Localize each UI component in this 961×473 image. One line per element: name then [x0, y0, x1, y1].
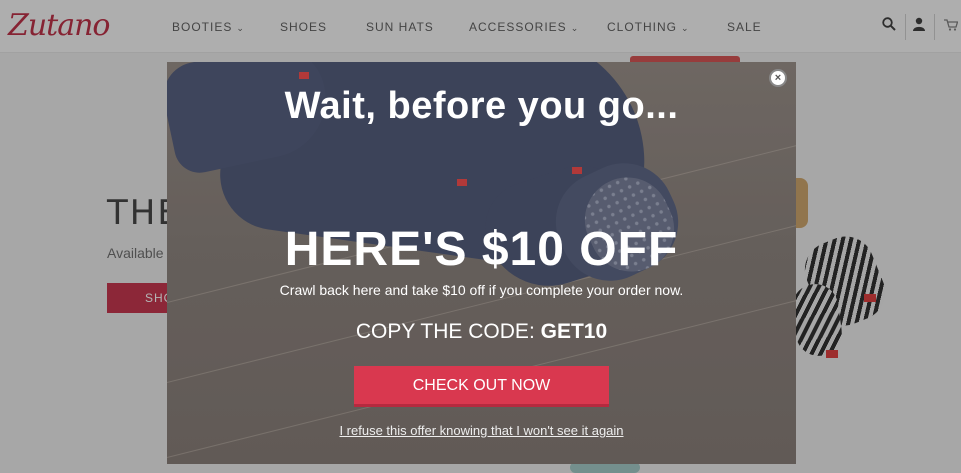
- promo-code-label: COPY THE CODE:: [355, 320, 541, 343]
- checkout-now-button[interactable]: CHECK OUT NOW: [354, 366, 609, 407]
- refuse-offer-link[interactable]: I refuse this offer knowing that I won't…: [167, 423, 796, 438]
- promo-code-line: COPY THE CODE: GET10: [167, 320, 796, 344]
- popup-offer: HERE'S $10 OFF: [284, 223, 679, 276]
- promo-code[interactable]: GET10: [541, 320, 608, 343]
- popup-description: Crawl back here and take $10 off if you …: [279, 282, 684, 298]
- popup-headline: Wait, before you go...: [284, 85, 679, 127]
- exit-intent-popup: × Wait, before you go... HERE'S $10 OFF …: [167, 62, 796, 464]
